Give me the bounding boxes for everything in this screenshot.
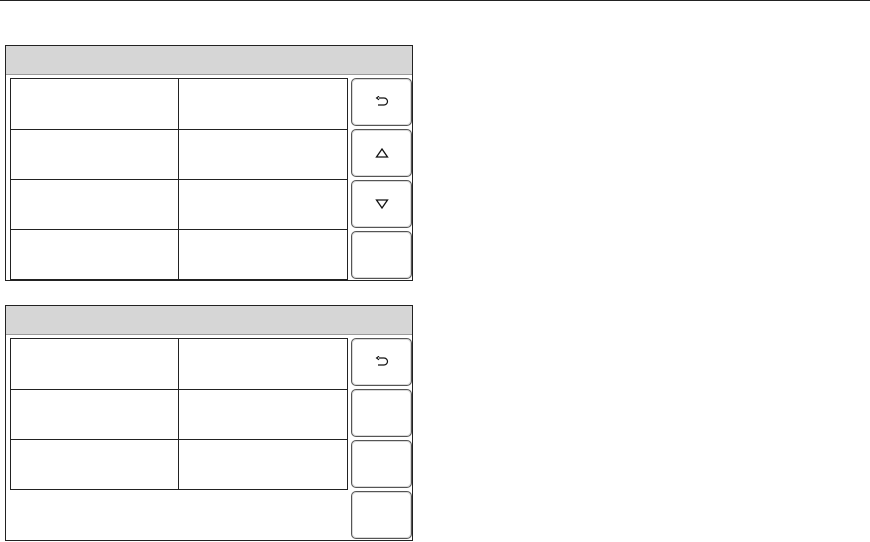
row-value	[179, 79, 347, 129]
back-button[interactable]	[351, 338, 412, 386]
row-label	[11, 390, 179, 439]
row-value	[179, 130, 347, 179]
table-row[interactable]	[11, 179, 347, 229]
blank-button[interactable]	[351, 231, 412, 279]
row-value	[179, 390, 347, 439]
row-value	[179, 180, 347, 229]
table-row[interactable]	[11, 439, 347, 489]
row-label	[11, 79, 179, 129]
table-row[interactable]	[11, 229, 347, 279]
blank-button[interactable]	[351, 440, 412, 488]
panel-button-column	[351, 338, 412, 542]
row-label	[11, 339, 179, 389]
table-row[interactable]	[11, 79, 347, 129]
back-button[interactable]	[351, 78, 412, 126]
triangle-up-icon	[374, 147, 389, 159]
row-label	[11, 440, 179, 489]
panel-button-column	[351, 78, 412, 282]
scroll-down-button[interactable]	[351, 180, 412, 228]
row-label	[11, 230, 179, 279]
scroll-up-button[interactable]	[351, 129, 412, 177]
undo-arrow-icon	[375, 96, 389, 108]
blank-button[interactable]	[351, 491, 412, 539]
table-row[interactable]	[11, 129, 347, 179]
empty-area	[10, 492, 348, 536]
row-value	[179, 230, 347, 279]
triangle-down-icon	[374, 198, 389, 210]
table-row[interactable]	[11, 389, 347, 439]
blank-button[interactable]	[351, 389, 412, 437]
settings-grid	[10, 78, 348, 280]
row-value	[179, 339, 347, 389]
page-top-rule	[0, 0, 870, 1]
row-value	[179, 440, 347, 489]
settings-panel-top	[5, 45, 413, 281]
row-label	[11, 130, 179, 179]
panel-title-bar	[6, 46, 412, 75]
settings-grid	[10, 338, 348, 490]
settings-panel-bottom	[5, 305, 413, 541]
table-row[interactable]	[11, 339, 347, 389]
panel-title-bar	[6, 306, 412, 335]
row-label	[11, 180, 179, 229]
undo-arrow-icon	[375, 356, 389, 368]
